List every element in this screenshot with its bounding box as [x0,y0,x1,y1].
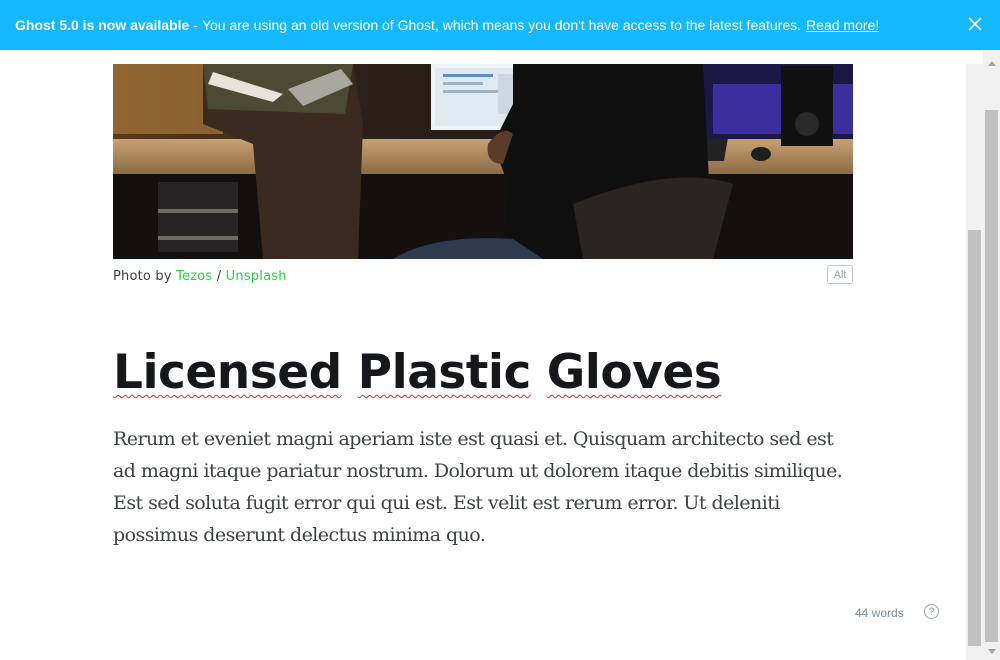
help-circle-icon[interactable]: ? [924,604,939,619]
scrollbar-thumb[interactable] [985,110,998,642]
unsplash-link[interactable]: Unsplash [226,269,287,284]
alt-text-button[interactable]: Alt [827,265,853,284]
title-word: Gloves [546,345,722,400]
banner-message: You are using an old version of Ghost, w… [201,17,802,33]
update-banner: Ghost 5.0 is now available - You are usi… [0,0,1000,50]
close-icon[interactable] [964,13,986,35]
post-title[interactable]: Licensed Plastic Gloves [113,345,722,400]
post-editor: Photo by Tezos / Unsplash Alt Licensed P… [0,50,966,660]
banner-headline: Ghost 5.0 is now available [15,17,190,33]
author-link[interactable]: Tezos [176,269,212,284]
feature-image[interactable] [113,64,853,259]
caption-prefix: Photo by [113,269,172,284]
title-word: Plastic [357,345,532,400]
image-caption[interactable]: Photo by Tezos / Unsplash [113,269,287,284]
scrollbar-thumb[interactable] [968,230,981,646]
scroll-up-arrow-icon[interactable] [983,58,1000,68]
banner-separator: - [193,17,198,33]
scrollbar[interactable] [983,50,1000,660]
read-more-link[interactable]: Read more! [806,17,879,33]
title-word: Licensed [113,345,342,400]
scroll-down-arrow-icon[interactable] [983,646,1000,656]
caption-separator: / [216,269,222,284]
scrollbar-track[interactable] [966,64,983,660]
post-body[interactable]: Rerum et eveniet magni aperiam iste est … [113,423,853,551]
word-count: 44 words [855,606,904,620]
